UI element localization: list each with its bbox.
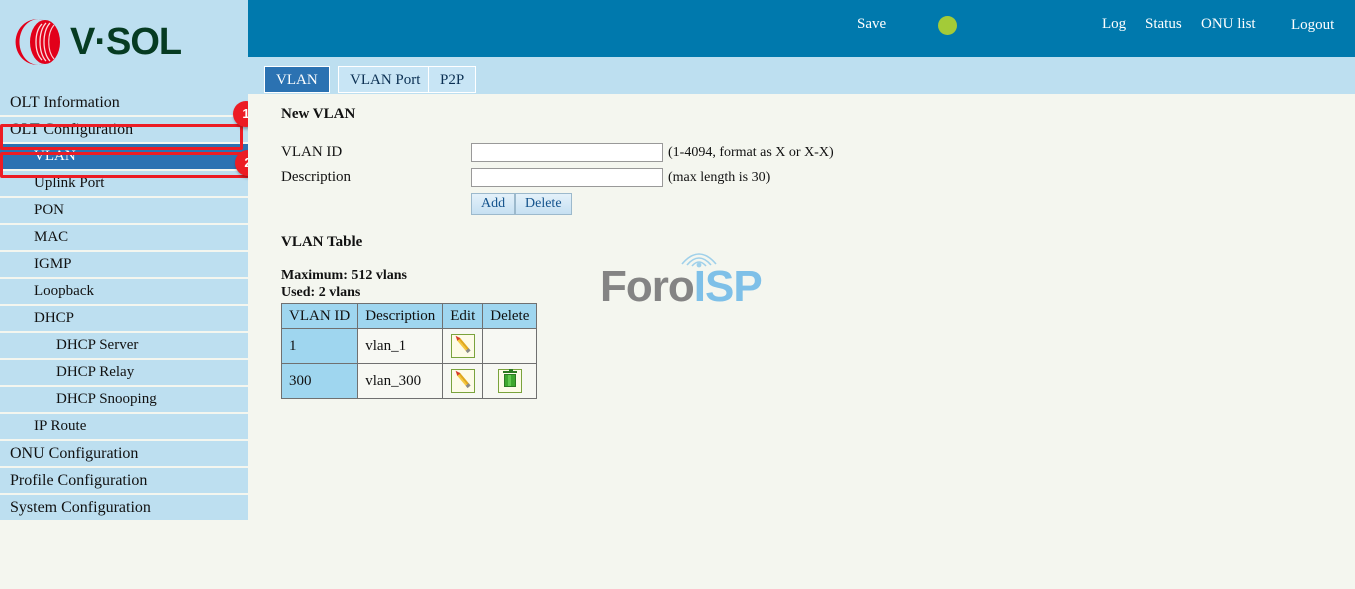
cell-delete <box>482 363 538 399</box>
antenna-icon <box>681 253 717 268</box>
sidebar-item-profile-configuration[interactable]: Profile Configuration <box>0 468 248 493</box>
cell-description: vlan_300 <box>357 363 444 399</box>
sidebar-item-system-configuration[interactable]: System Configuration <box>0 495 248 520</box>
delete-button[interactable]: Delete <box>515 193 572 215</box>
vlan-table: VLAN ID Description Edit Delete 1 vlan_1… <box>280 303 538 399</box>
status-link[interactable]: Status <box>1145 16 1182 33</box>
sidebar-item-loopback[interactable]: Loopback <box>0 279 248 304</box>
tab-vlan[interactable]: VLAN <box>264 66 330 93</box>
sidebar-item-dhcp-snooping[interactable]: DHCP Snooping <box>0 387 248 412</box>
vsol-logo: V·SOL <box>14 16 182 68</box>
vlan-id-input[interactable] <box>471 143 663 162</box>
save-status-indicator <box>938 16 957 35</box>
cell-delete <box>482 328 538 364</box>
sidebar-item-mac[interactable]: MAC <box>0 225 248 250</box>
sidebar-item-ip-route[interactable]: IP Route <box>0 414 248 439</box>
description-hint: (max length is 30) <box>668 170 771 185</box>
used-vlans-text: Used: 2 vlans <box>281 285 361 300</box>
column-header-vlan-id: VLAN ID <box>280 303 359 329</box>
cell-description: vlan_1 <box>357 328 444 364</box>
sidebar-item-dhcp-relay[interactable]: DHCP Relay <box>0 360 248 385</box>
tab-strip: VLAN VLAN Port P2P <box>248 57 1355 94</box>
tab-vlan-port[interactable]: VLAN Port <box>338 66 433 93</box>
table-header-row: VLAN ID Description Edit Delete <box>280 303 538 329</box>
sidebar-item-uplink-port[interactable]: Uplink Port <box>0 171 248 196</box>
description-input[interactable] <box>471 168 663 187</box>
column-header-edit: Edit <box>442 303 484 329</box>
save-button[interactable]: Save <box>857 16 886 33</box>
vlan-id-label: VLAN ID <box>281 144 343 160</box>
watermark-isp-text: ISP <box>693 262 763 311</box>
edit-pencil-icon[interactable] <box>450 334 475 358</box>
sidebar-item-olt-information[interactable]: OLT Information <box>0 90 248 115</box>
sidebar-item-igmp[interactable]: IGMP <box>0 252 248 277</box>
cell-vlan-id: 300 <box>280 363 359 399</box>
edit-pencil-icon[interactable] <box>450 369 475 393</box>
cell-vlan-id: 1 <box>280 328 359 364</box>
table-row: 1 vlan_1 <box>280 328 538 364</box>
watermark-foro-text: Foro <box>600 262 695 311</box>
sidebar-item-pon[interactable]: PON <box>0 198 248 223</box>
vsol-wordmark: V·SOL <box>70 20 182 63</box>
vsol-logo-mark <box>14 16 66 68</box>
onu-list-link[interactable]: ONU list <box>1201 16 1256 33</box>
sidebar-item-onu-configuration[interactable]: ONU Configuration <box>0 441 248 466</box>
add-button[interactable]: Add <box>471 193 516 215</box>
sidebar-item-dhcp[interactable]: DHCP <box>0 306 248 331</box>
main-content: New VLAN VLAN ID (1-4094, format as X or… <box>248 94 1355 589</box>
vlan-id-hint: (1-4094, format as X or X-X) <box>668 145 834 160</box>
sidebar-item-olt-configuration[interactable]: OLT Configuration <box>0 117 248 142</box>
sidebar-item-dhcp-server[interactable]: DHCP Server <box>0 333 248 358</box>
vlan-table-heading: VLAN Table <box>281 234 363 250</box>
table-row: 300 vlan_300 <box>280 363 538 399</box>
description-label: Description <box>281 169 351 185</box>
foroisp-watermark: ForoISP <box>600 253 763 312</box>
sidebar-item-vlan[interactable]: VLAN <box>0 144 248 169</box>
cell-edit <box>442 328 484 364</box>
logo-strip: V·SOL <box>0 0 248 90</box>
log-link[interactable]: Log <box>1102 16 1126 33</box>
column-header-delete: Delete <box>482 303 538 329</box>
cell-edit <box>442 363 484 399</box>
sidebar-menu: OLT Information OLT Configuration VLAN U… <box>0 90 248 535</box>
maximum-vlans-text: Maximum: 512 vlans <box>281 268 407 283</box>
column-header-description: Description <box>357 303 444 329</box>
new-vlan-heading: New VLAN <box>281 106 356 122</box>
tab-p2p[interactable]: P2P <box>428 66 477 93</box>
header-bar: Save Log Status ONU list Logout <box>248 0 1355 57</box>
delete-trash-icon[interactable] <box>497 369 522 393</box>
logout-link[interactable]: Logout <box>1291 17 1334 34</box>
